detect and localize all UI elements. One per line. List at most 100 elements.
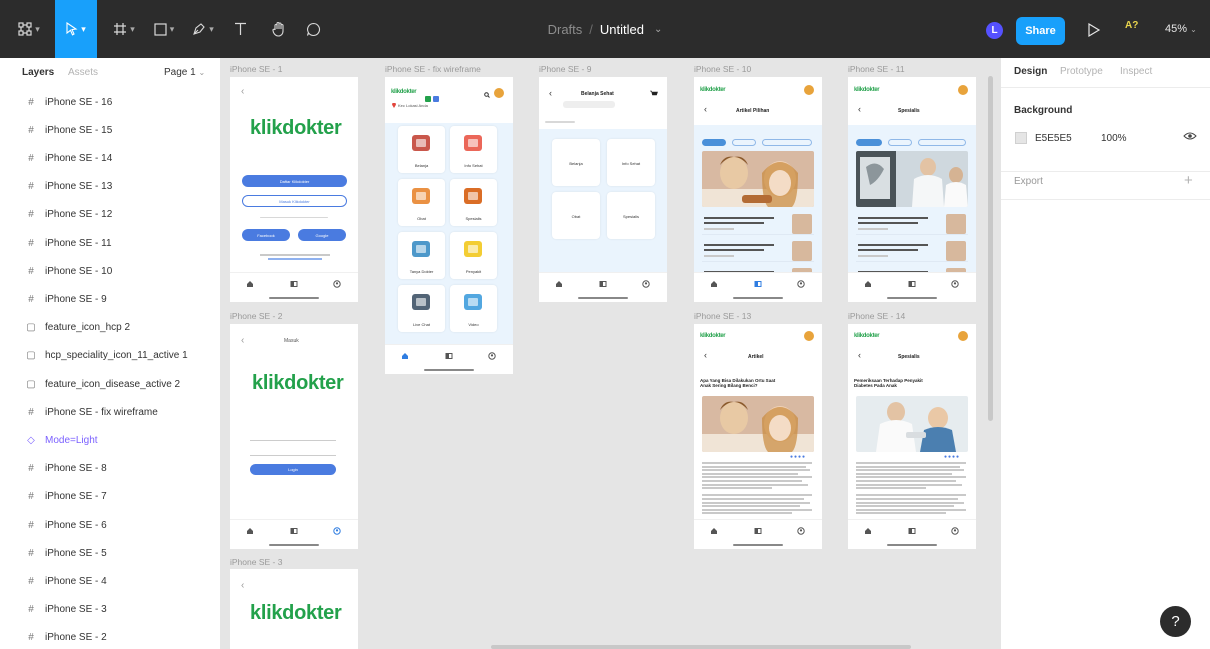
article-icon[interactable] bbox=[754, 527, 762, 535]
back-arrow-icon[interactable]: ‹ bbox=[549, 88, 552, 98]
feature-tile[interactable]: Live Chat bbox=[398, 285, 445, 332]
home-icon[interactable] bbox=[555, 280, 563, 288]
feature-tile[interactable]: Tanya Dokter bbox=[398, 232, 445, 279]
article-list-item[interactable] bbox=[702, 240, 814, 262]
category-tile[interactable]: Obat bbox=[552, 192, 600, 239]
frame-label[interactable]: iPhone SE - 14 bbox=[848, 311, 905, 321]
frame-iphone-se-14[interactable]: klikdokter ‹ Spesialis Pemeriksaan Terha… bbox=[848, 324, 976, 549]
frame-iphone-se-3[interactable]: ‹ klikdokter bbox=[230, 569, 358, 649]
profile-icon[interactable] bbox=[488, 352, 496, 360]
eye-icon[interactable] bbox=[1183, 131, 1197, 141]
layer-row[interactable]: # iPhone SE - 14 bbox=[0, 148, 220, 168]
frame-label[interactable]: iPhone SE - 9 bbox=[539, 64, 591, 74]
layer-row[interactable]: # iPhone SE - 8 bbox=[0, 459, 220, 479]
avatar[interactable] bbox=[958, 331, 968, 341]
article-icon[interactable] bbox=[290, 527, 298, 535]
share-button[interactable]: Share bbox=[1016, 17, 1065, 45]
share-icons[interactable]: ●●●● bbox=[944, 454, 960, 460]
layer-row[interactable]: # iPhone SE - 4 bbox=[0, 571, 220, 591]
home-icon[interactable] bbox=[246, 280, 254, 288]
cart-icon[interactable] bbox=[650, 90, 658, 97]
canvas[interactable]: iPhone SE - 1 ‹ klikdokter Daftar Klikdo… bbox=[221, 58, 1000, 649]
article-icon[interactable] bbox=[599, 280, 607, 288]
layer-row[interactable]: # iPhone SE - 10 bbox=[0, 261, 220, 281]
facebook-button[interactable]: Facebook bbox=[242, 229, 290, 241]
layer-row[interactable]: # iPhone SE - 7 bbox=[0, 487, 220, 507]
layer-row[interactable]: # iPhone SE - 5 bbox=[0, 543, 220, 563]
frame-iphone-se-10[interactable]: klikdokter ‹ Artikel Pilihan bbox=[694, 77, 822, 302]
frame-label[interactable]: iPhone SE - 13 bbox=[694, 311, 751, 321]
layer-row[interactable]: # iPhone SE - 6 bbox=[0, 515, 220, 535]
layer-row[interactable]: # iPhone SE - 13 bbox=[0, 177, 220, 197]
avatar[interactable] bbox=[804, 331, 814, 341]
frame-label[interactable]: iPhone SE - 11 bbox=[848, 64, 905, 74]
text-tool-button[interactable] bbox=[228, 0, 252, 58]
avatar[interactable] bbox=[804, 85, 814, 95]
background-hex-input[interactable]: E5E5E5 bbox=[1035, 133, 1072, 144]
layer-row[interactable]: # iPhone SE - 11 bbox=[0, 233, 220, 253]
background-swatch[interactable] bbox=[1015, 132, 1027, 144]
tab-inspect[interactable]: Inspect bbox=[1120, 66, 1152, 77]
feature-tile[interactable]: Belanja bbox=[398, 126, 445, 173]
help-button[interactable]: ? bbox=[1160, 606, 1191, 637]
phone-field[interactable] bbox=[250, 433, 336, 441]
feature-tile[interactable]: Video bbox=[450, 285, 497, 332]
background-opacity-input[interactable]: 100% bbox=[1101, 133, 1127, 144]
frame-iphone-se-1[interactable]: ‹ klikdokter Daftar Klikdokter Masuk Kli… bbox=[230, 77, 358, 302]
figma-menu-button[interactable]: ▾ bbox=[8, 0, 50, 58]
filter-chip[interactable] bbox=[918, 139, 966, 146]
layer-row[interactable]: ▢ feature_icon_hcp 2 bbox=[0, 318, 220, 338]
home-icon[interactable] bbox=[710, 527, 718, 535]
frame-iphone-se-11[interactable]: klikdokter ‹ Spesialis bbox=[848, 77, 976, 302]
profile-icon[interactable] bbox=[951, 280, 959, 288]
article-icon[interactable] bbox=[908, 280, 916, 288]
frame-iphone-se-fix-wireframe[interactable]: klikdokter Kec Lokasi Anda Belanja Info S… bbox=[385, 77, 513, 374]
horizontal-scrollbar[interactable] bbox=[491, 645, 911, 649]
home-icon[interactable] bbox=[864, 527, 872, 535]
tab-assets[interactable]: Assets bbox=[68, 67, 98, 78]
profile-icon[interactable] bbox=[333, 280, 341, 288]
frame-label[interactable]: iPhone SE - 2 bbox=[230, 311, 282, 321]
filter-chip[interactable] bbox=[762, 139, 812, 146]
back-arrow-icon[interactable]: ‹ bbox=[704, 350, 707, 360]
filter-chip[interactable] bbox=[732, 139, 756, 146]
article-hero-image[interactable] bbox=[702, 151, 814, 207]
profile-icon[interactable] bbox=[797, 280, 805, 288]
share-icons[interactable]: ●●●● bbox=[790, 454, 806, 460]
tab-prototype[interactable]: Prototype bbox=[1060, 66, 1103, 77]
frame-label[interactable]: iPhone SE - 10 bbox=[694, 64, 751, 74]
category-tile[interactable]: Belanja bbox=[552, 139, 600, 186]
layer-row[interactable]: # iPhone SE - 2 bbox=[0, 628, 220, 648]
home-icon[interactable] bbox=[710, 280, 718, 288]
article-icon[interactable] bbox=[908, 527, 916, 535]
add-export-button[interactable]: + bbox=[1184, 172, 1193, 189]
search-icon[interactable] bbox=[484, 92, 490, 98]
layer-row[interactable]: ▢ feature_icon_disease_active 2 bbox=[0, 374, 220, 394]
chevron-down-icon[interactable]: ⌄ bbox=[654, 24, 662, 35]
profile-icon[interactable] bbox=[333, 527, 341, 535]
back-arrow-icon[interactable]: ‹ bbox=[858, 350, 861, 360]
login-button[interactable]: Login bbox=[250, 464, 336, 475]
shape-tool-button[interactable]: ▾ bbox=[146, 0, 182, 58]
back-arrow-icon[interactable]: ‹ bbox=[858, 104, 861, 114]
article-icon[interactable] bbox=[445, 352, 453, 360]
accessibility-button[interactable]: A? bbox=[1125, 20, 1138, 31]
profile-icon[interactable] bbox=[642, 280, 650, 288]
home-icon[interactable] bbox=[246, 527, 254, 535]
layer-row[interactable]: # iPhone SE - 16 bbox=[0, 92, 220, 112]
frame-tool-button[interactable]: ▾ bbox=[104, 0, 144, 58]
article-list-item[interactable] bbox=[856, 240, 968, 262]
filter-chip[interactable] bbox=[702, 139, 726, 146]
register-button[interactable]: Daftar Klikdokter bbox=[242, 175, 347, 187]
article-icon[interactable] bbox=[754, 280, 762, 288]
filter-chip[interactable] bbox=[888, 139, 912, 146]
layer-row[interactable]: # iPhone SE - 12 bbox=[0, 205, 220, 225]
home-icon[interactable] bbox=[864, 280, 872, 288]
layer-row[interactable]: # iPhone SE - 15 bbox=[0, 120, 220, 140]
hand-tool-button[interactable] bbox=[266, 0, 292, 58]
profile-icon[interactable] bbox=[797, 527, 805, 535]
move-tool-button[interactable]: ▾ bbox=[55, 0, 97, 58]
page-selector[interactable]: Page 1 ⌄ bbox=[164, 67, 205, 78]
article-hero-image[interactable] bbox=[856, 151, 968, 207]
frame-label[interactable]: iPhone SE - 1 bbox=[230, 64, 282, 74]
